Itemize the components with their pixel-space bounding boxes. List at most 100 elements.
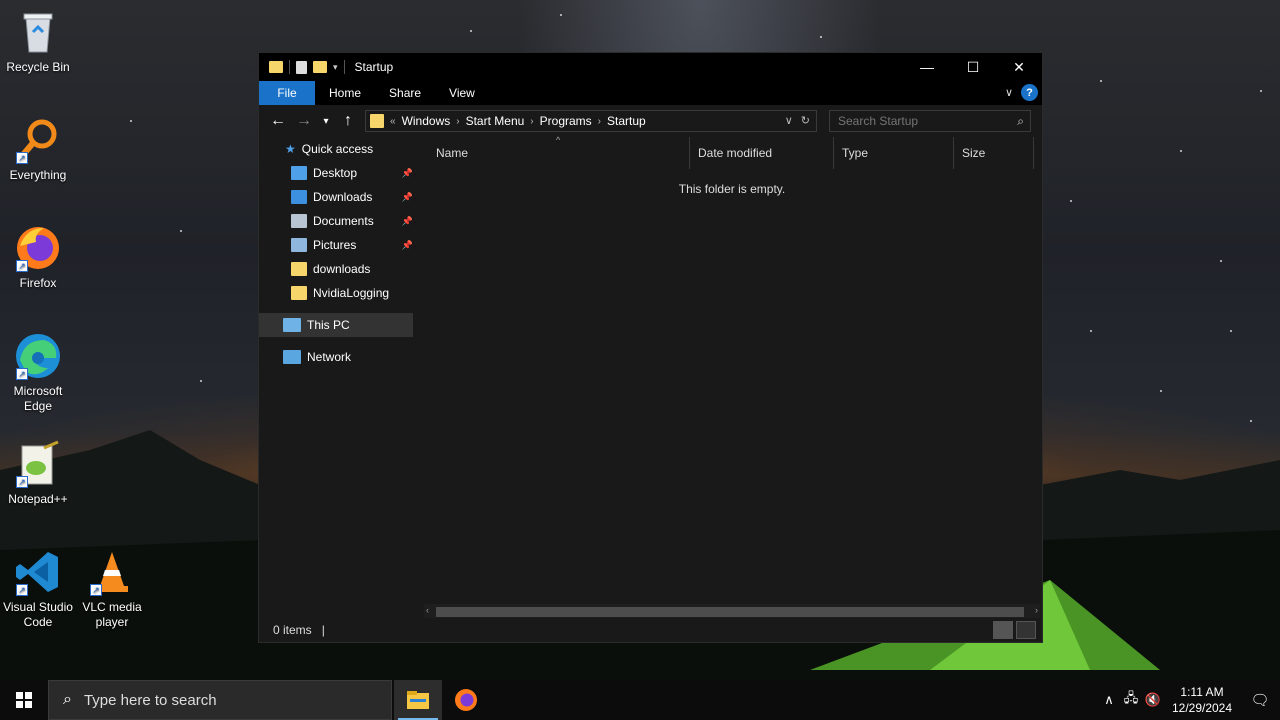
network-status-icon[interactable]: 🖧: [1120, 689, 1142, 711]
desktop-icon-vscode[interactable]: ↗ Visual Studio Code: [0, 548, 76, 630]
taskbar-file-explorer[interactable]: [394, 680, 442, 720]
downloads-arrow-icon: [291, 190, 307, 204]
nav-item-nvidialogging[interactable]: NvidiaLogging: [259, 281, 417, 305]
pin-icon: 📌: [401, 215, 413, 226]
address-dropdown-chevron-icon[interactable]: ∨: [785, 114, 793, 127]
breadcrumb-programs[interactable]: Programs: [540, 114, 592, 128]
chevron-right-icon[interactable]: ›: [530, 116, 533, 127]
address-row: ← → ▾ ↑ « Windows › Start Menu › Program…: [259, 105, 1042, 137]
nav-quick-access[interactable]: ★ Quick access: [259, 137, 417, 161]
column-header-size[interactable]: Size: [954, 137, 1034, 169]
nav-label: Quick access: [301, 142, 374, 156]
details-view-icon[interactable]: [993, 621, 1013, 639]
nav-item-this-pc[interactable]: This PC: [259, 313, 413, 337]
desktop-icon-notepadpp[interactable]: ↗ Notepad++: [0, 440, 76, 507]
desktop-icon-label: Firefox: [19, 276, 57, 290]
breadcrumb-start-menu[interactable]: Start Menu: [466, 114, 525, 128]
new-folder-icon[interactable]: [313, 61, 327, 73]
chevron-right-icon[interactable]: ›: [598, 116, 601, 127]
desktop-icon-edge[interactable]: ↗ Microsoft Edge: [0, 332, 76, 414]
status-bar: 0 items |: [259, 618, 1042, 642]
tab-file[interactable]: File: [259, 81, 315, 105]
tab-home[interactable]: Home: [315, 81, 375, 105]
start-button[interactable]: [0, 680, 48, 720]
address-bar[interactable]: « Windows › Start Menu › Programs › Star…: [365, 110, 817, 132]
volume-muted-icon[interactable]: 🔇: [1142, 692, 1164, 708]
taskbar-firefox[interactable]: [442, 680, 490, 720]
taskbar-search-input[interactable]: [83, 691, 364, 709]
nav-label: NvidiaLogging: [313, 286, 390, 300]
file-list[interactable]: ^ Name Date modified Type Size This fold…: [424, 135, 1040, 604]
action-center-icon[interactable]: 🗨: [1240, 691, 1280, 709]
computer-icon: [283, 318, 301, 332]
desktop-icon-label: Visual Studio Code: [3, 600, 73, 629]
search-input[interactable]: [838, 114, 1003, 128]
scrollbar-thumb[interactable]: [436, 607, 1024, 617]
large-icons-view-icon[interactable]: [1016, 621, 1036, 639]
desktop-folder-icon: [291, 166, 307, 180]
clock-time: 1:11 AM: [1180, 685, 1224, 699]
search-box[interactable]: ⌕: [829, 110, 1031, 132]
scroll-left-icon[interactable]: ‹: [426, 605, 429, 615]
shortcut-arrow-icon: ↗: [16, 476, 28, 488]
desktop-icon-firefox[interactable]: ↗ Firefox: [0, 224, 76, 291]
nav-item-downloads[interactable]: Downloads 📌: [259, 185, 417, 209]
close-button[interactable]: ✕: [996, 53, 1042, 81]
forward-arrow-icon[interactable]: →: [291, 108, 317, 134]
pin-icon: 📌: [401, 167, 413, 178]
empty-folder-message: This folder is empty.: [678, 182, 786, 196]
windows-logo-icon: [16, 692, 32, 708]
maximize-button[interactable]: ☐: [950, 53, 996, 81]
folder-icon: [291, 262, 307, 276]
folder-icon: [370, 114, 384, 128]
minimize-button[interactable]: —: [904, 53, 950, 81]
recycle-bin-icon: [14, 8, 62, 56]
customize-toolbar-chevron-icon[interactable]: ▾: [333, 62, 338, 73]
taskbar-search-box[interactable]: ⌕: [48, 680, 392, 720]
back-arrow-icon[interactable]: ←: [265, 108, 291, 134]
documents-icon: [291, 214, 307, 228]
search-icon: ⌕: [63, 691, 72, 708]
chevron-right-icon[interactable]: ›: [456, 116, 459, 127]
up-arrow-icon[interactable]: ↑: [335, 108, 361, 134]
tab-share[interactable]: Share: [375, 81, 435, 105]
breadcrumb-overflow[interactable]: «: [390, 116, 396, 127]
file-explorer-window: ▾ Startup — ☐ ✕ File Home Share View ∨ ?…: [258, 52, 1043, 643]
recent-locations-chevron-icon[interactable]: ▾: [317, 108, 335, 134]
quick-access-toolbar: ▾: [259, 60, 345, 74]
desktop-icon-label: Recycle Bin: [6, 60, 70, 74]
breadcrumb-windows[interactable]: Windows: [402, 114, 451, 128]
ribbon-tabs: File Home Share View ∨ ?: [259, 81, 1042, 105]
desktop-icon-label: Notepad++: [8, 492, 68, 506]
pictures-icon: [291, 238, 307, 252]
nav-item-desktop[interactable]: Desktop 📌: [259, 161, 417, 185]
title-bar[interactable]: ▾ Startup — ☐ ✕: [259, 53, 1042, 81]
desktop-icon-recycle-bin[interactable]: Recycle Bin: [0, 8, 76, 75]
column-header-type[interactable]: Type: [834, 137, 954, 169]
nav-item-pictures[interactable]: Pictures 📌: [259, 233, 417, 257]
desktop-icon-vlc[interactable]: ↗ VLC media player: [74, 548, 150, 630]
desktop-icon-everything[interactable]: ↗ Everything: [0, 116, 76, 183]
vscode-icon: ↗: [14, 548, 62, 596]
shortcut-arrow-icon: ↗: [16, 368, 28, 380]
scroll-right-icon[interactable]: ›: [1035, 605, 1038, 615]
nav-item-documents[interactable]: Documents 📌: [259, 209, 417, 233]
vlc-icon: ↗: [88, 548, 136, 596]
breadcrumb-startup[interactable]: Startup: [607, 114, 646, 128]
clock[interactable]: 1:11 AM 12/29/2024: [1164, 684, 1240, 716]
properties-icon[interactable]: [296, 60, 307, 74]
desktop-icon-label: Everything: [9, 168, 67, 182]
column-header-name[interactable]: Name: [428, 137, 690, 169]
firefox-icon: [455, 689, 477, 711]
tab-view[interactable]: View: [435, 81, 489, 105]
refresh-icon[interactable]: ↻: [801, 114, 810, 127]
pin-icon: 📌: [401, 191, 413, 202]
help-icon[interactable]: ?: [1021, 84, 1038, 101]
show-hidden-icons-chevron-icon[interactable]: ∧: [1098, 692, 1120, 708]
nav-item-downloads-folder[interactable]: downloads: [259, 257, 417, 281]
expand-ribbon-chevron-icon[interactable]: ∨: [1005, 86, 1013, 99]
nav-label: Desktop: [313, 166, 358, 180]
nav-label: downloads: [313, 262, 371, 276]
column-header-date-modified[interactable]: Date modified: [690, 137, 834, 169]
nav-item-network[interactable]: Network: [259, 345, 417, 369]
